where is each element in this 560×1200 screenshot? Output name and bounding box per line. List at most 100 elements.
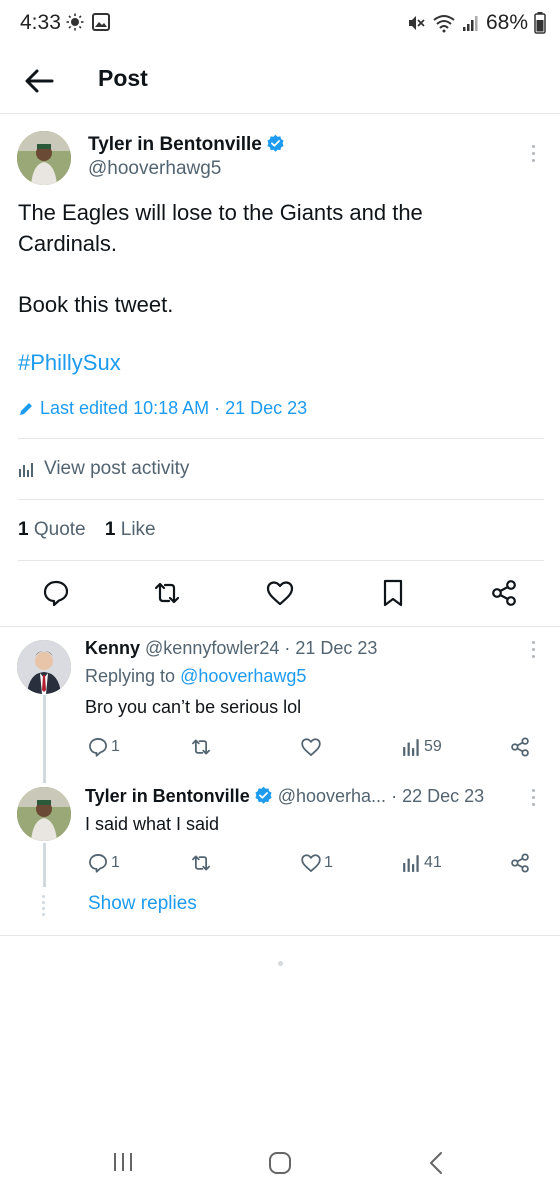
reply-author-name[interactable]: Kenny [85,638,140,658]
retweet-icon [192,739,210,755]
author-avatar[interactable] [17,131,71,185]
share-icon[interactable] [489,578,519,608]
reply-count: 1 [111,854,120,871]
analytics-icon [19,463,33,477]
post-text-line: Cardinals. [18,231,118,256]
reply-header: Kenny @kennyfowler24 · 21 Dec 23 [85,638,377,659]
reply-author-handle[interactable]: @hooverha... [278,786,386,806]
likes-stat[interactable]: 1 Like [105,519,156,540]
share-button[interactable] [509,851,531,875]
likes-label: Like [120,519,156,540]
thread-continuation-dots [42,895,46,919]
more-options-icon[interactable] [526,785,540,811]
divider [18,438,544,439]
retweet-button[interactable] [189,851,213,875]
reply-icon [89,738,107,757]
reply-icon [89,854,107,873]
edited-text: Last edited 10:18 AM · 21 Dec 23 [40,398,308,418]
avatar-image [17,640,71,694]
back-arrow-icon[interactable] [22,64,56,98]
thread-line [43,843,46,887]
reply-icon[interactable] [41,578,71,608]
views-count: 59 [424,738,442,755]
author-handle[interactable]: @hooverhawg5 [88,158,285,180]
avatar-image [17,131,71,185]
author-name[interactable]: Tyler in Bentonville [88,134,262,155]
more-options-icon[interactable] [526,141,540,167]
reply-date: · 21 Dec 23 [284,638,378,658]
share-icon [511,853,529,873]
replying-to: Replying to @hooverhawg5 [85,666,306,687]
share-button[interactable] [509,735,531,759]
share-icon [511,737,529,757]
post-text: The Eagles will lose to the Giants and t… [18,197,538,320]
system-nav-bar [0,1130,560,1200]
page-title: Post [98,65,148,91]
edited-info[interactable]: Last edited 10:18 AM · 21 Dec 23 [18,398,307,419]
reply-button[interactable]: 1 [87,735,120,759]
reply-date: · 22 Dec 23 [391,786,485,806]
post-text-line: Book this tweet. [18,292,174,317]
reply-actions: 1 59 [85,735,535,759]
edit-pencil-icon [20,402,32,415]
top-bar: Post [0,50,560,114]
views-count: 41 [424,854,442,871]
signal-icon [462,16,478,31]
loading-dot [278,961,283,966]
thread-line [43,695,46,783]
retweet-icon[interactable] [152,578,182,608]
post-stats: 1 Quote 1 Like [18,519,170,541]
replying-mention[interactable]: @hooverhawg5 [180,666,306,686]
brightness-icon [66,13,84,31]
status-time: 4:33 [20,11,61,34]
home-icon[interactable] [267,1150,293,1176]
like-heart-icon [301,854,321,872]
hashtag-link[interactable]: #PhillySux [18,350,121,376]
author-info: Tyler in Bentonville @hooverhawg5 [88,134,285,180]
divider [18,499,544,500]
divider [0,626,560,627]
recent-apps-icon[interactable] [111,1150,135,1174]
reply-text: I said what I said [85,814,220,834]
view-post-activity[interactable]: View post activity [18,458,189,480]
reply-author-name[interactable]: Tyler in Bentonville [85,786,250,806]
divider [18,560,544,561]
like-button[interactable] [300,735,322,759]
reply-author-handle[interactable]: @kennyfowler24 [145,638,279,658]
verified-badge-icon [267,134,284,152]
reply-text: Bro you can’t be serious lol [85,697,302,717]
post-actions [0,578,560,610]
views-icon [403,855,419,872]
mute-icon [408,16,425,30]
reply-actions: 1 1 41 [85,851,535,875]
like-heart-icon[interactable] [265,578,295,608]
post-text-line: The Eagles will lose to the Giants and t… [18,200,423,225]
reply-avatar-kenny[interactable] [17,640,71,694]
views-icon [403,739,419,756]
quotes-count: 1 [18,519,29,540]
reply-avatar-tyler[interactable] [17,787,71,841]
status-bar: 4:33 68% [0,0,560,50]
views-button[interactable]: 59 [402,735,442,759]
like-button[interactable]: 1 [300,851,333,875]
quotes-stat[interactable]: 1 Quote [18,519,86,540]
show-replies-link[interactable]: Show replies [88,893,197,915]
reply-header: Tyler in Bentonville @hooverha... · 22 D… [85,786,484,807]
like-count: 1 [324,854,333,871]
retweet-button[interactable] [189,735,213,759]
more-options-icon[interactable] [526,637,540,663]
quotes-label: Quote [33,519,86,540]
reply-button[interactable]: 1 [87,851,120,875]
reply-count: 1 [111,738,120,755]
retweet-icon [192,855,210,871]
battery-icon [534,12,546,34]
likes-count: 1 [104,519,116,540]
divider [0,935,560,936]
activity-label: View post activity [44,458,190,479]
replying-prefix: Replying to [85,666,176,686]
bookmark-icon[interactable] [378,578,408,608]
back-nav-icon[interactable] [425,1150,449,1176]
verified-badge-icon [255,786,272,804]
views-button[interactable]: 41 [402,851,442,875]
avatar-image [17,787,71,841]
